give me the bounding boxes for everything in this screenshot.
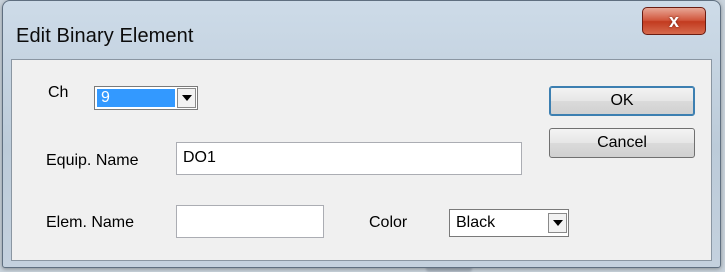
equip-name-input[interactable]: DO1 (176, 142, 522, 175)
ok-button[interactable]: OK (549, 86, 695, 116)
close-icon: x (668, 10, 679, 31)
ch-select[interactable]: 9 (94, 86, 198, 110)
chevron-down-icon (181, 95, 192, 101)
chevron-down-icon (552, 220, 563, 226)
close-button[interactable]: x (642, 7, 706, 35)
ch-selected-value: 9 (97, 89, 175, 107)
ch-dropdown-button[interactable] (177, 88, 196, 108)
elem-name-input[interactable] (176, 205, 324, 238)
title-bar[interactable]: Edit Binary Element x (3, 1, 720, 57)
equip-name-label: Equip. Name (46, 152, 139, 169)
edit-binary-element-dialog: Edit Binary Element x Ch 9 Equip. Name D… (2, 0, 721, 268)
color-select[interactable]: Black (449, 209, 569, 237)
color-label: Color (369, 214, 408, 231)
cancel-button[interactable]: Cancel (549, 128, 695, 158)
dialog-body: Ch 9 Equip. Name DO1 Elem. Name Color Bl… (11, 59, 712, 261)
dialog-title: Edit Binary Element (16, 25, 194, 47)
ch-label: Ch (48, 84, 69, 101)
color-selected-value: Black (456, 214, 496, 231)
color-dropdown-button[interactable] (548, 213, 567, 233)
elem-name-label: Elem. Name (46, 214, 135, 231)
